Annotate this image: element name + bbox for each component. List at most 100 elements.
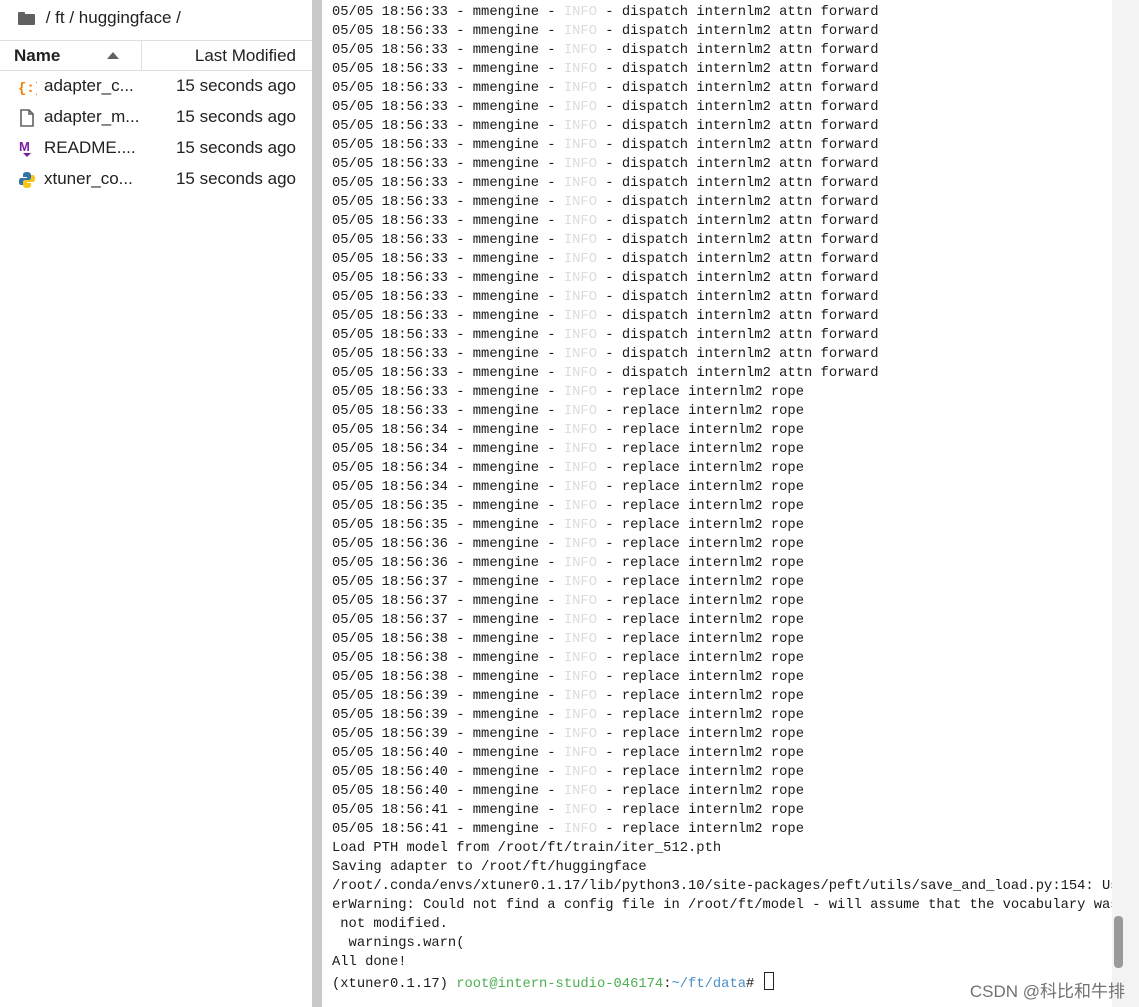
panel-divider[interactable]	[312, 0, 322, 1007]
log-message: dispatch internlm2 attn forward	[621, 328, 879, 343]
log-source: mmengine	[472, 385, 540, 400]
file-name: adapter_m...	[44, 107, 140, 126]
log-line: 05/05 18:56:33 - mmengine - INFO - dispa…	[332, 62, 879, 77]
log-timestamp: 05/05 18:56:34	[332, 442, 448, 457]
output-line: not modified.	[332, 917, 448, 932]
folder-icon[interactable]	[18, 11, 35, 25]
log-timestamp: 05/05 18:56:35	[332, 499, 448, 514]
log-source: mmengine	[472, 62, 540, 77]
log-level: INFO	[563, 765, 597, 780]
log-level: INFO	[563, 689, 597, 704]
column-header-name[interactable]: Name	[14, 46, 60, 66]
log-message: dispatch internlm2 attn forward	[621, 309, 879, 324]
svg-text:{:}: {:}	[18, 81, 37, 97]
log-timestamp: 05/05 18:56:33	[332, 385, 448, 400]
log-message: replace internlm2 rope	[621, 442, 804, 457]
log-line: 05/05 18:56:34 - mmengine - INFO - repla…	[332, 480, 804, 495]
log-level: INFO	[563, 822, 597, 837]
log-line: 05/05 18:56:33 - mmengine - INFO - dispa…	[332, 271, 879, 286]
log-line: 05/05 18:56:39 - mmengine - INFO - repla…	[332, 708, 804, 723]
log-source: mmengine	[472, 442, 540, 457]
log-timestamp: 05/05 18:56:33	[332, 5, 448, 20]
log-source: mmengine	[472, 271, 540, 286]
log-level: INFO	[563, 119, 597, 134]
log-source: mmengine	[472, 119, 540, 134]
log-line: 05/05 18:56:40 - mmengine - INFO - repla…	[332, 784, 804, 799]
log-level: INFO	[563, 803, 597, 818]
svg-text:M: M	[19, 139, 30, 154]
prompt-user-host: root@intern-studio-046174	[456, 977, 664, 992]
log-source: mmengine	[472, 233, 540, 248]
log-message: dispatch internlm2 attn forward	[621, 347, 879, 362]
log-source: mmengine	[472, 689, 540, 704]
log-line: 05/05 18:56:33 - mmengine - INFO - dispa…	[332, 309, 879, 324]
prompt-symbol: #	[746, 977, 763, 992]
breadcrumb[interactable]: / ft / huggingface /	[18, 6, 186, 30]
log-line: 05/05 18:56:40 - mmengine - INFO - repla…	[332, 746, 804, 761]
log-timestamp: 05/05 18:56:33	[332, 347, 448, 362]
column-header-last-modified[interactable]: Last Modified	[195, 46, 296, 66]
log-line: 05/05 18:56:33 - mmengine - INFO - dispa…	[332, 157, 879, 172]
log-source: mmengine	[472, 404, 540, 419]
log-source: mmengine	[472, 5, 540, 20]
log-level: INFO	[563, 632, 597, 647]
log-timestamp: 05/05 18:56:34	[332, 461, 448, 476]
log-message: dispatch internlm2 attn forward	[621, 81, 879, 96]
log-timestamp: 05/05 18:56:33	[332, 176, 448, 191]
log-message: replace internlm2 rope	[621, 537, 804, 552]
log-message: replace internlm2 rope	[621, 613, 804, 628]
log-level: INFO	[563, 290, 597, 305]
log-level: INFO	[563, 347, 597, 362]
log-source: mmengine	[472, 518, 540, 533]
log-line: 05/05 18:56:33 - mmengine - INFO - dispa…	[332, 24, 879, 39]
sort-ascending-icon[interactable]	[107, 52, 119, 59]
log-timestamp: 05/05 18:56:36	[332, 556, 448, 571]
log-line: 05/05 18:56:33 - mmengine - INFO - dispa…	[332, 366, 879, 381]
terminal-scrollbar-thumb[interactable]	[1114, 916, 1123, 968]
log-line: 05/05 18:56:33 - mmengine - INFO - dispa…	[332, 81, 879, 96]
log-line: 05/05 18:56:33 - mmengine - INFO - dispa…	[332, 5, 879, 20]
terminal-output: 05/05 18:56:33 - mmengine - INFO - dispa…	[332, 3, 1119, 992]
log-timestamp: 05/05 18:56:33	[332, 252, 448, 267]
log-level: INFO	[563, 784, 597, 799]
log-message: dispatch internlm2 attn forward	[621, 214, 879, 229]
log-level: INFO	[563, 233, 597, 248]
log-timestamp: 05/05 18:56:33	[332, 157, 448, 172]
file-list-header: Name Last Modified	[0, 40, 312, 71]
log-line: 05/05 18:56:34 - mmengine - INFO - repla…	[332, 423, 804, 438]
file-row[interactable]: adapter_m... 15 seconds ago	[0, 102, 312, 133]
log-timestamp: 05/05 18:56:41	[332, 822, 448, 837]
terminal-scrollbar-track[interactable]	[1112, 0, 1139, 1007]
log-timestamp: 05/05 18:56:40	[332, 746, 448, 761]
log-message: dispatch internlm2 attn forward	[621, 195, 879, 210]
log-source: mmengine	[472, 366, 540, 381]
file-row[interactable]: M README.... 15 seconds ago	[0, 133, 312, 164]
log-level: INFO	[563, 480, 597, 495]
log-line: 05/05 18:56:33 - mmengine - INFO - dispa…	[332, 119, 879, 134]
log-line: 05/05 18:56:38 - mmengine - INFO - repla…	[332, 651, 804, 666]
log-line: 05/05 18:56:34 - mmengine - INFO - repla…	[332, 461, 804, 476]
log-level: INFO	[563, 442, 597, 457]
log-source: mmengine	[472, 328, 540, 343]
log-source: mmengine	[472, 651, 540, 666]
log-message: replace internlm2 rope	[621, 803, 804, 818]
log-timestamp: 05/05 18:56:38	[332, 670, 448, 685]
log-level: INFO	[563, 43, 597, 58]
log-source: mmengine	[472, 746, 540, 761]
log-message: replace internlm2 rope	[621, 822, 804, 837]
log-source: mmengine	[472, 765, 540, 780]
log-level: INFO	[563, 670, 597, 685]
log-message: dispatch internlm2 attn forward	[621, 43, 879, 58]
log-timestamp: 05/05 18:56:33	[332, 271, 448, 286]
log-line: 05/05 18:56:33 - mmengine - INFO - repla…	[332, 385, 804, 400]
log-source: mmengine	[472, 24, 540, 39]
log-source: mmengine	[472, 708, 540, 723]
log-level: INFO	[563, 328, 597, 343]
log-line: 05/05 18:56:41 - mmengine - INFO - repla…	[332, 822, 804, 837]
file-row[interactable]: {:} adapter_c... 15 seconds ago	[0, 71, 312, 102]
column-divider[interactable]	[141, 41, 142, 70]
file-row[interactable]: xtuner_co... 15 seconds ago	[0, 164, 312, 195]
terminal[interactable]: 05/05 18:56:33 - mmengine - INFO - dispa…	[322, 0, 1119, 1007]
breadcrumb-path[interactable]: / ft / huggingface /	[41, 8, 186, 28]
log-source: mmengine	[472, 632, 540, 647]
